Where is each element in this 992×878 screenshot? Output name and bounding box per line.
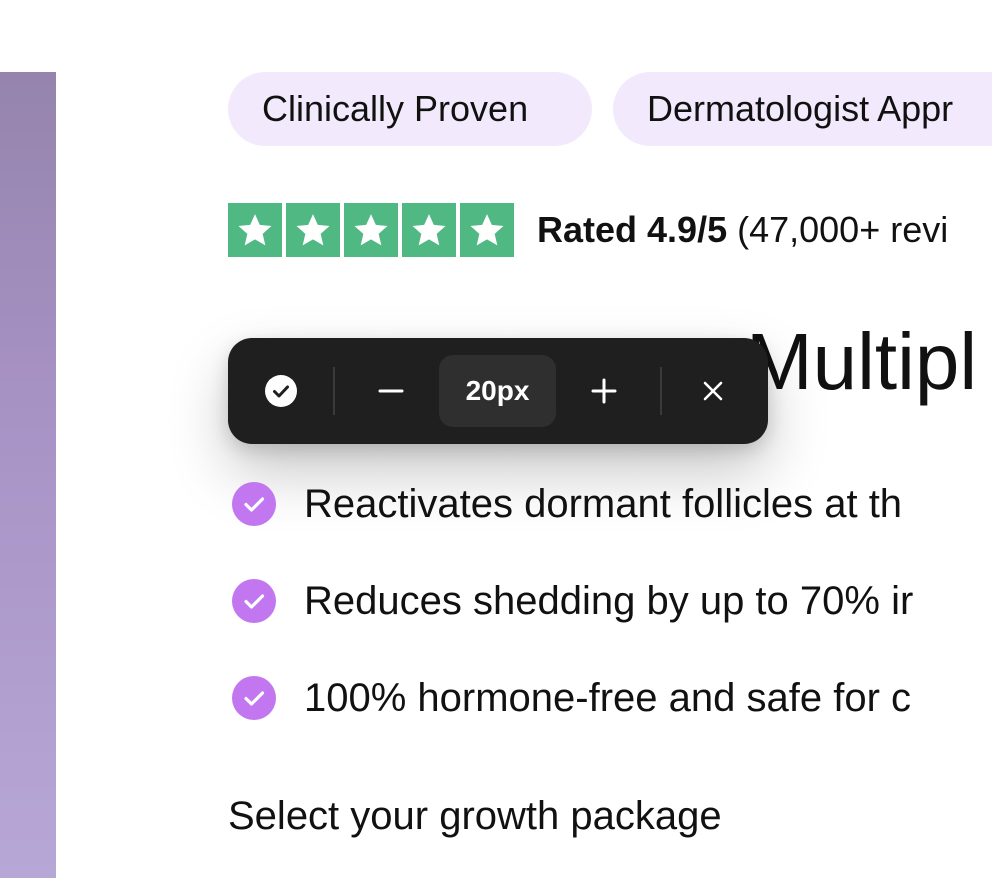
toolbar-divider	[333, 367, 335, 415]
rating-score: Rated 4.9/5	[537, 209, 728, 250]
minus-icon	[378, 389, 404, 393]
star-icon	[344, 203, 398, 257]
check-circle-icon	[232, 579, 276, 623]
close-button[interactable]	[680, 338, 746, 444]
feature-text: Reactivates dormant follicles at th	[304, 482, 903, 526]
rating-text: Rated 4.9/5 (47,000+ revi	[537, 203, 948, 257]
product-image	[0, 72, 56, 878]
product-page: Clinically Proven Dermatologist Appr Rat…	[0, 0, 992, 878]
check-circle-icon	[232, 482, 276, 526]
feature-text: 100% hormone-free and safe for c	[304, 676, 912, 720]
font-size-toolbar: 20px	[228, 338, 768, 444]
star-icon	[228, 203, 282, 257]
section-title: Select your growth package	[228, 794, 722, 838]
check-circle-icon	[232, 676, 276, 720]
check-circle-icon	[265, 375, 297, 407]
tag-dermatologist-approved: Dermatologist Appr	[613, 72, 992, 146]
close-icon	[703, 381, 723, 401]
plus-icon	[591, 378, 617, 404]
decrease-button[interactable]	[355, 338, 427, 444]
star-icon	[460, 203, 514, 257]
tag-clinically-proven: Clinically Proven	[228, 72, 592, 146]
star-icon	[286, 203, 340, 257]
confirm-button[interactable]	[248, 338, 314, 444]
review-count: (47,000+ revi	[727, 209, 949, 250]
font-size-value[interactable]: 20px	[439, 355, 556, 427]
increase-button[interactable]	[568, 338, 640, 444]
feature-text: Reduces shedding by up to 70% ir	[304, 579, 914, 623]
toolbar-divider	[660, 367, 662, 415]
headline-text: Multipl	[746, 317, 978, 406]
star-icon	[402, 203, 456, 257]
